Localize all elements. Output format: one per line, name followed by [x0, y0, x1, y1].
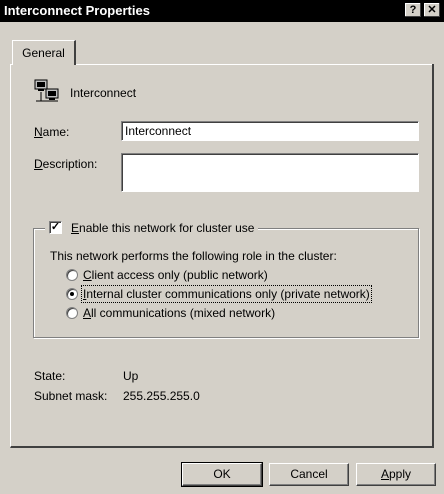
radio-all-communications-label: All communications (mixed network) — [83, 306, 275, 320]
name-field[interactable]: Interconnect — [121, 121, 419, 141]
network-connection-icon — [34, 79, 60, 106]
subnet-mask-value: 255.255.255.0 — [123, 389, 200, 403]
tab-general-label: General — [22, 46, 65, 60]
cluster-use-group — [33, 228, 419, 338]
radio-internal-cluster[interactable] — [66, 288, 78, 300]
description-field[interactable] — [121, 153, 419, 192]
ok-button-label: OK — [213, 467, 231, 481]
name-label-text: ame: — [42, 125, 70, 139]
radio-all-text: ll communications (mixed network) — [91, 306, 276, 320]
cancel-button[interactable]: Cancel — [269, 463, 349, 486]
radio-client-text: lient access only (public network) — [91, 268, 268, 282]
network-name-heading: Interconnect — [70, 86, 137, 100]
role-option-internal[interactable]: Internal cluster communications only (pr… — [66, 285, 376, 303]
properties-dialog: Interconnect Properties ? ✕ General Inte… — [0, 0, 444, 494]
close-icon[interactable]: ✕ — [424, 3, 440, 17]
tab-general[interactable]: General — [12, 40, 76, 65]
apply-button[interactable]: Apply — [356, 463, 436, 486]
radio-client-access[interactable] — [66, 269, 78, 281]
description-label-accesskey: D — [34, 157, 43, 171]
cluster-use-checkbox[interactable]: ✓ — [49, 221, 62, 234]
cluster-use-checkbox-row[interactable]: ✓ Enable this network for cluster use — [45, 220, 259, 236]
role-option-all[interactable]: All communications (mixed network) — [66, 305, 366, 321]
radio-all-accesskey: A — [83, 306, 92, 320]
state-label: State: — [34, 369, 66, 383]
cancel-button-label: Cancel — [290, 467, 328, 481]
cluster-use-label-text: nable this network for cluster use — [79, 221, 255, 235]
ok-button[interactable]: OK — [181, 462, 263, 487]
radio-internal-text: nternal cluster communications only (pri… — [86, 287, 370, 301]
radio-client-accesskey: C — [83, 268, 92, 282]
radio-all-communications[interactable] — [66, 307, 78, 319]
apply-button-label: pply — [389, 467, 412, 481]
description-label: Description: — [34, 157, 97, 171]
role-option-client[interactable]: Client access only (public network) — [66, 267, 366, 283]
state-value: Up — [123, 369, 139, 383]
apply-accesskey: A — [380, 467, 389, 481]
description-label-text: escription: — [42, 157, 98, 171]
name-label: Name: — [34, 125, 69, 139]
role-description: This network performs the following role… — [50, 249, 337, 263]
title-bar[interactable]: Interconnect Properties ? ✕ — [0, 0, 444, 22]
cluster-use-accesskey: E — [71, 221, 80, 235]
radio-client-access-label: Client access only (public network) — [83, 268, 268, 282]
help-icon[interactable]: ? — [405, 3, 421, 17]
window-title: Interconnect Properties — [4, 3, 150, 18]
name-label-accesskey: N — [34, 125, 43, 139]
subnet-mask-label: Subnet mask: — [34, 389, 108, 403]
cluster-use-label: Enable this network for cluster use — [71, 221, 254, 235]
radio-internal-cluster-label: Internal cluster communications only (pr… — [81, 285, 372, 303]
